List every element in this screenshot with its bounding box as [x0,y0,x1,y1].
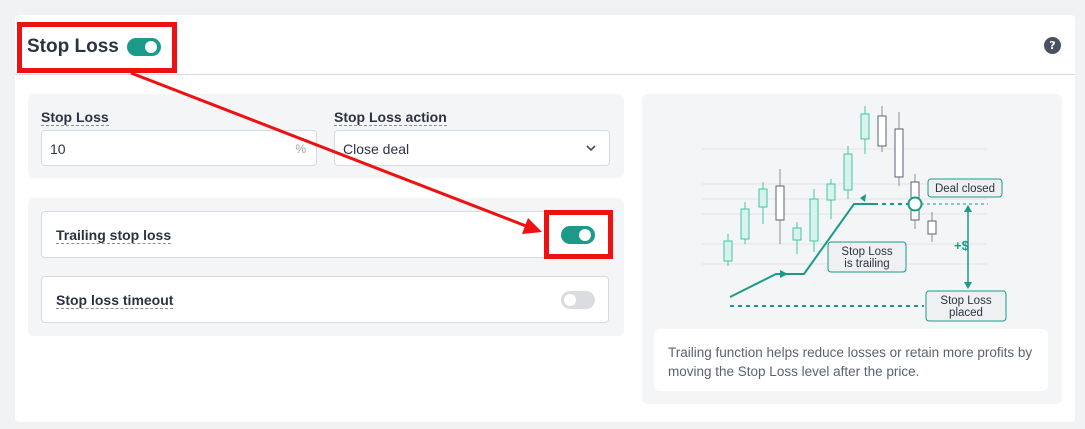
annotation-arrow [130,71,542,234]
